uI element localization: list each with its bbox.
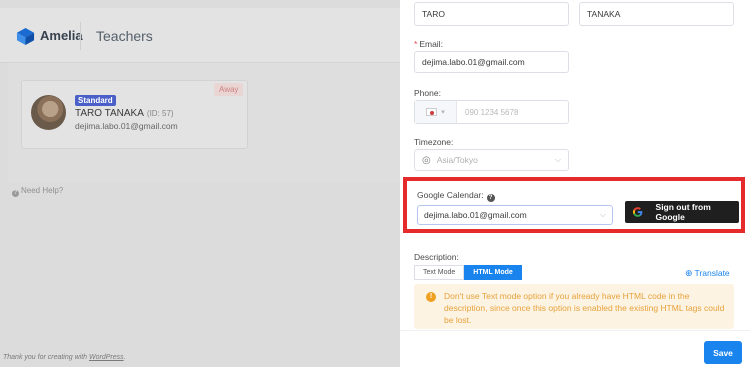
need-help-label: Need Help?	[21, 186, 64, 195]
amelia-logo-icon	[16, 27, 35, 46]
html-mode-warning: ! Don't use Text mode option if you alre…	[414, 284, 734, 329]
first-name-field[interactable]: TARO	[414, 2, 569, 26]
phone-placeholder: 090 1234 5678	[465, 107, 519, 117]
google-logo-icon	[632, 207, 643, 217]
email-field[interactable]: dejima.labo.01@gmail.com	[414, 51, 569, 73]
last-name-field[interactable]: TANAKA	[579, 2, 734, 26]
drawer-footer: Save	[400, 330, 750, 367]
teacher-card[interactable]: Standard Away TARO TANAKA (ID: 57) dejima…	[21, 80, 248, 149]
email-label: * Email:	[414, 39, 443, 49]
timezone-select[interactable]: ◎ Asia/Tokyo ⌵	[414, 149, 569, 171]
page-title: Teachers	[96, 28, 153, 44]
google-calendar-value: dejima.labo.01@gmail.com	[424, 210, 527, 220]
warning-icon: !	[426, 292, 436, 302]
chevron-down-icon: ⌵	[554, 155, 561, 164]
google-calendar-highlight: Google Calendar:? dejima.labo.01@gmail.c…	[403, 177, 745, 233]
sign-out-google-label: Sign out from Google	[655, 202, 711, 222]
chevron-down-icon: ⌵	[599, 210, 606, 219]
country-code-select[interactable]: ▾	[415, 101, 457, 123]
warning-text: Don't use Text mode option if you alread…	[444, 291, 725, 325]
teacher-name-text: TARO TANAKA	[75, 108, 144, 119]
email-label-text: Email:	[419, 39, 443, 49]
google-calendar-label-text: Google Calendar:	[417, 190, 484, 200]
app-name: Amelia	[40, 28, 83, 43]
phone-label: Phone:	[414, 88, 441, 98]
email-value: dejima.labo.01@gmail.com	[422, 57, 525, 67]
sign-out-google-button[interactable]: Sign out from Google	[625, 201, 739, 223]
help-circle-icon: ?	[12, 190, 19, 197]
timezone-value: Asia/Tokyo	[436, 155, 478, 165]
last-name-value: TANAKA	[587, 9, 621, 19]
japan-flag-icon	[426, 108, 438, 116]
need-help-link[interactable]: ? Need Help?	[12, 186, 63, 197]
globe-icon: ⊕	[685, 268, 693, 278]
description-label: Description:	[414, 252, 459, 262]
teacher-id: (ID: 57)	[146, 109, 174, 118]
translate-label: Translate	[694, 268, 730, 278]
teachers-page: Amelia Teachers Standard Away TARO TANAK…	[0, 0, 400, 367]
globe-icon: ◎	[422, 154, 431, 166]
google-calendar-select[interactable]: dejima.labo.01@gmail.com ⌵	[417, 205, 613, 225]
tab-html-mode[interactable]: HTML Mode	[464, 265, 522, 280]
footer-note: Thank you for creating with WordPress.	[3, 354, 126, 361]
first-name-value: TARO	[422, 9, 445, 19]
footer-suffix: .	[123, 354, 126, 361]
footer-text: Thank you for creating with	[3, 354, 88, 361]
help-circle-icon[interactable]: ?	[486, 194, 495, 202]
divider	[80, 22, 81, 50]
google-calendar-label: Google Calendar:?	[417, 190, 495, 202]
teacher-email: dejima.labo.01@gmail.com	[75, 121, 178, 131]
tab-text-mode[interactable]: Text Mode	[414, 265, 465, 280]
editor-mode-tabs: Text Mode HTML Mode	[414, 265, 522, 280]
status-badge: Away	[214, 83, 244, 96]
top-bar: Amelia Teachers	[0, 8, 400, 63]
chevron-down-icon: ▾	[441, 109, 445, 116]
wordpress-link[interactable]: WordPress	[89, 354, 124, 361]
required-asterisk: *	[414, 39, 418, 49]
avatar	[31, 95, 66, 130]
phone-field[interactable]: ▾ 090 1234 5678	[414, 100, 569, 124]
teacher-name: TARO TANAKA (ID: 57)	[75, 108, 174, 119]
translate-link[interactable]: ⊕ Translate	[685, 268, 730, 279]
plan-badge: Standard	[75, 95, 116, 106]
edit-teacher-drawer: TARO TANAKA * Email: dejima.labo.01@gmail…	[400, 0, 750, 367]
save-button[interactable]: Save	[704, 341, 742, 364]
timezone-label: Timezone:	[414, 137, 454, 147]
